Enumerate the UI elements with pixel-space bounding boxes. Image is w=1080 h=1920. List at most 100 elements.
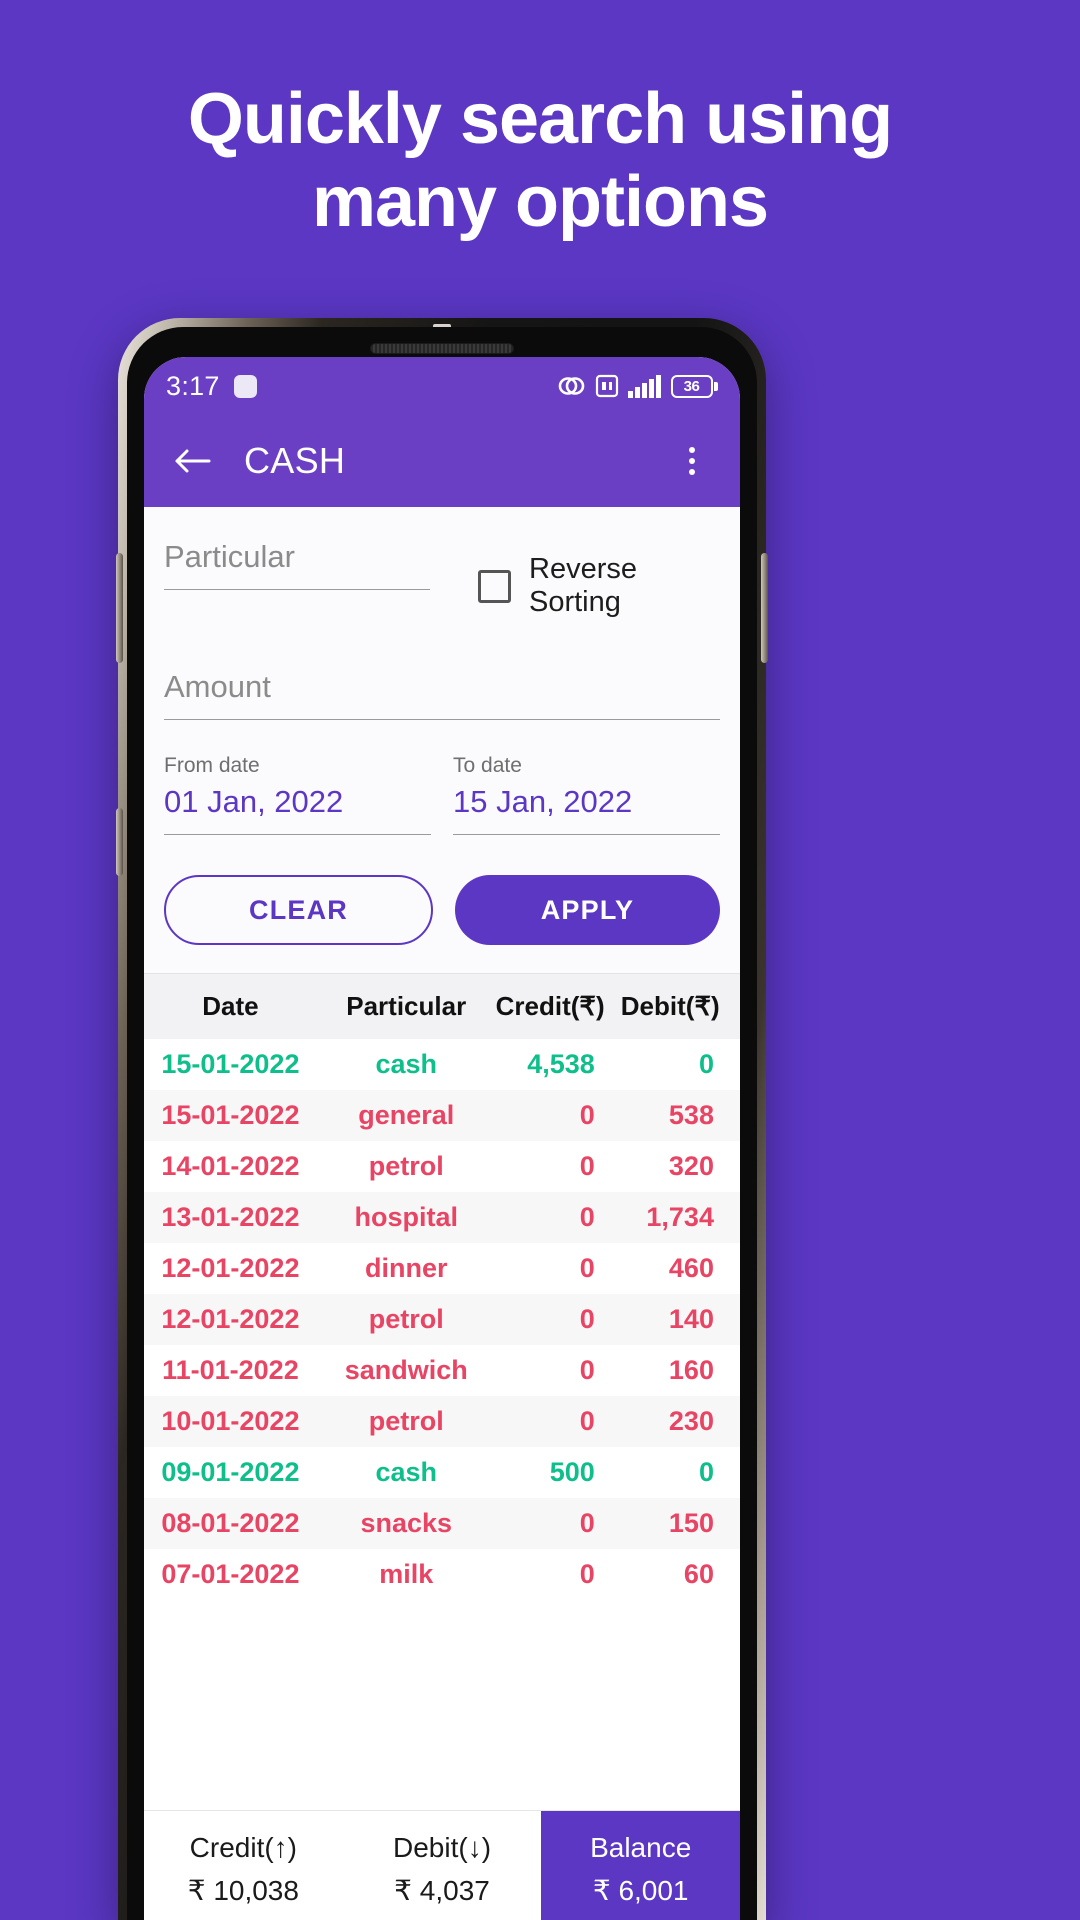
summary-balance-value: ₹ 6,001	[592, 1875, 689, 1906]
cell-date: 12-01-2022	[161, 1304, 300, 1334]
filter-row-dates: From date 01 Jan, 2022 To date 15 Jan, 2…	[164, 754, 720, 835]
cell-date: 13-01-2022	[161, 1202, 300, 1232]
clear-button[interactable]: CLEAR	[164, 875, 433, 945]
cell-particular: sandwich	[344, 1355, 468, 1385]
cell-date: 12-01-2022	[161, 1253, 300, 1283]
back-arrow-icon[interactable]	[166, 435, 218, 487]
amount-input-placeholder: Amount	[164, 669, 271, 704]
table-row[interactable]: 09-01-2022 cash 500 0	[144, 1447, 740, 1498]
column-header-credit[interactable]: Credit(₹)	[496, 991, 621, 1022]
amount-input[interactable]: Amount	[164, 659, 720, 720]
cell-debit: 0	[698, 1457, 714, 1487]
cell-debit: 160	[668, 1355, 714, 1385]
reverse-sorting-label: Reverse Sorting	[529, 553, 637, 618]
cell-credit: 0	[579, 1202, 595, 1232]
cell-debit: 1,734	[646, 1202, 714, 1232]
cell-credit: 0	[579, 1151, 595, 1181]
cell-date: 15-01-2022	[161, 1100, 300, 1130]
reverse-sorting-checkbox[interactable]: Reverse Sorting	[430, 529, 720, 619]
table-row[interactable]: 15-01-2022 general 0 538	[144, 1090, 740, 1141]
cell-date: 09-01-2022	[161, 1457, 300, 1487]
phone-mockup: 3:17 36 CASH Particular Reverse Sorting …	[116, 318, 768, 1920]
to-date-value: 15 Jan, 2022	[453, 784, 633, 819]
from-date-value: 01 Jan, 2022	[164, 784, 344, 819]
column-header-particular[interactable]: Particular	[317, 991, 496, 1022]
table-row[interactable]: 08-01-2022 snacks 0 150	[144, 1498, 740, 1549]
page-title: CASH	[244, 440, 346, 481]
cell-particular: cash	[375, 1457, 437, 1487]
totals-summary-bar: Credit(↑) ₹ 10,038 Debit(↓) ₹ 4,037 Bala…	[144, 1810, 740, 1920]
cell-particular: petrol	[368, 1406, 444, 1436]
cell-credit: 0	[579, 1253, 595, 1283]
from-date-field[interactable]: From date 01 Jan, 2022	[164, 754, 431, 835]
transactions-table: Date Particular Credit(₹) Debit(₹) 15-01…	[144, 973, 740, 1810]
cell-debit: 538	[668, 1100, 714, 1130]
summary-debit[interactable]: Debit(↓) ₹ 4,037	[343, 1811, 542, 1920]
cell-particular: hospital	[354, 1202, 458, 1232]
filter-actions: CLEAR APPLY	[164, 835, 720, 973]
volume-button[interactable]	[116, 553, 123, 663]
phone-screen: 3:17 36 CASH Particular Reverse Sorting …	[144, 357, 740, 1920]
summary-credit-label: Credit(↑)	[189, 1832, 297, 1863]
table-row[interactable]: 14-01-2022 petrol 0 320	[144, 1141, 740, 1192]
cell-date: 11-01-2022	[162, 1355, 299, 1385]
battery-percent: 36	[683, 377, 700, 395]
summary-credit[interactable]: Credit(↑) ₹ 10,038	[144, 1811, 343, 1920]
cell-particular: petrol	[368, 1151, 444, 1181]
table-body: 15-01-2022 cash 4,538 0 15-01-2022 general 0 53…	[144, 1039, 740, 1600]
summary-debit-label: Debit(↓)	[393, 1832, 492, 1863]
table-row[interactable]: 15-01-2022 cash 4,538 0	[144, 1039, 740, 1090]
cell-credit: 4,538	[527, 1049, 595, 1079]
summary-credit-value: ₹ 10,038	[187, 1875, 299, 1906]
cell-debit: 230	[668, 1406, 714, 1436]
table-header-row: Date Particular Credit(₹) Debit(₹)	[144, 973, 740, 1039]
phone-bezel: 3:17 36 CASH Particular Reverse Sorting …	[127, 327, 757, 1920]
cell-debit: 460	[668, 1253, 714, 1283]
power-button[interactable]	[761, 553, 768, 663]
promo-headline-line2: many options	[311, 161, 769, 242]
cell-date: 07-01-2022	[161, 1559, 300, 1589]
earpiece-speaker-icon	[370, 343, 514, 354]
summary-balance[interactable]: Balance ₹ 6,001	[541, 1811, 740, 1920]
column-header-debit[interactable]: Debit(₹)	[621, 991, 740, 1022]
search-filter-panel: Particular Reverse Sorting Amount From d…	[144, 507, 740, 973]
particular-input[interactable]: Particular	[164, 529, 430, 590]
status-bar-icons: 36	[556, 373, 718, 399]
cell-debit: 150	[668, 1508, 714, 1538]
link-icon	[556, 373, 586, 399]
cell-credit: 0	[579, 1355, 595, 1385]
cell-particular: petrol	[368, 1304, 444, 1334]
table-row[interactable]: 11-01-2022 sandwich 0 160	[144, 1345, 740, 1396]
cell-date: 10-01-2022	[161, 1406, 300, 1436]
checkbox-icon[interactable]	[478, 569, 511, 603]
status-bar-time: 3:17	[166, 370, 220, 401]
cell-particular: cash	[375, 1049, 437, 1079]
cell-date: 15-01-2022	[161, 1049, 300, 1079]
to-date-label: To date	[453, 754, 522, 777]
filter-row-particular: Particular Reverse Sorting	[164, 529, 720, 619]
apply-button[interactable]: APPLY	[455, 875, 720, 945]
battery-icon: 36	[670, 374, 718, 398]
to-date-field[interactable]: To date 15 Jan, 2022	[453, 754, 720, 835]
table-row[interactable]: 10-01-2022 petrol 0 230	[144, 1396, 740, 1447]
cell-credit: 0	[579, 1559, 595, 1589]
app-bar: CASH	[144, 415, 740, 507]
nfc-icon	[595, 374, 619, 398]
cell-particular: general	[358, 1100, 455, 1130]
cell-credit: 0	[579, 1508, 595, 1538]
cell-debit: 140	[668, 1304, 714, 1334]
cell-particular: milk	[379, 1559, 434, 1589]
table-row[interactable]: 07-01-2022 milk 0 60	[144, 1549, 740, 1600]
status-bar: 3:17 36	[144, 357, 740, 415]
table-row[interactable]: 13-01-2022 hospital 0 1,734	[144, 1192, 740, 1243]
cell-debit: 60	[683, 1559, 714, 1589]
particular-input-placeholder: Particular	[164, 539, 295, 574]
cell-date: 14-01-2022	[161, 1151, 300, 1181]
table-row[interactable]: 12-01-2022 dinner 0 460	[144, 1243, 740, 1294]
assistant-button[interactable]	[116, 808, 123, 876]
phone-frame: 3:17 36 CASH Particular Reverse Sorting …	[116, 318, 768, 1920]
column-header-date[interactable]: Date	[144, 991, 317, 1022]
more-options-icon[interactable]	[666, 435, 718, 487]
table-row[interactable]: 12-01-2022 petrol 0 140	[144, 1294, 740, 1345]
cell-credit: 0	[579, 1304, 595, 1334]
